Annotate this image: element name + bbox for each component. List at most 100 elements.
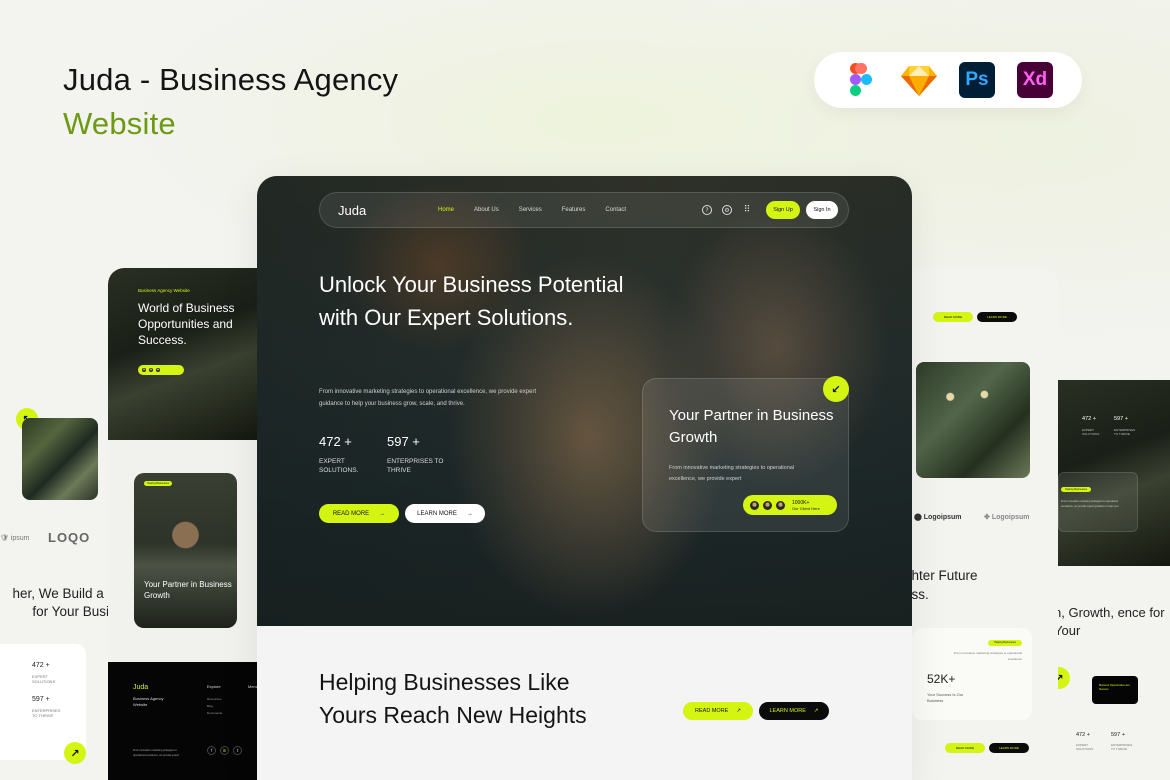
- read-more-button[interactable]: READ MORE: [945, 743, 985, 753]
- twitter-icon[interactable]: t: [233, 746, 242, 755]
- button-label: READ MORE: [332, 510, 370, 517]
- clients-label: Our Client Here: [792, 505, 820, 511]
- sketch-icon: [901, 62, 937, 98]
- clients-text: 1000K+ Our Client Here: [792, 500, 820, 511]
- sign-up-button[interactable]: Sign Up: [766, 201, 800, 219]
- photoshop-icon: Ps: [959, 62, 995, 98]
- footer-explore-links: Resources Blog Documents: [207, 696, 222, 717]
- stat-label: ENTERPRISES TO THRIVE: [1114, 428, 1136, 436]
- stat-label: ENTERPRISES TO THRIVE: [1111, 743, 1133, 751]
- arrow-down-left-icon[interactable]: ↙: [823, 376, 849, 402]
- section-heading: n, Growth, ence for Your: [1058, 605, 1165, 638]
- linkedin-icon[interactable]: in: [220, 746, 229, 755]
- stat-value: 472 +: [1082, 416, 1096, 422]
- card-tag: Helping Businesses: [144, 481, 172, 486]
- hero-photo: [108, 268, 258, 440]
- stat-label: EXPERT SOLUTIONS: [1082, 428, 1100, 436]
- footer-link[interactable]: Documents: [207, 710, 222, 717]
- avatar: [141, 367, 147, 373]
- footer-logo: Juda: [133, 684, 149, 691]
- hero-description: From innovative marketing strategies to …: [319, 389, 537, 407]
- card-tag: Helping Businesses: [1061, 487, 1091, 492]
- page-title: Juda - Business Agency Website: [63, 58, 398, 146]
- stat-value: 597 +: [1114, 416, 1128, 422]
- avatar: [155, 367, 161, 373]
- partner-card-description: From innovative marketing strategies to …: [669, 465, 795, 482]
- footer: Juda Business Agency Website Explore Res…: [108, 662, 258, 780]
- read-more-button[interactable]: READ MORE ↗: [683, 702, 753, 720]
- footer-subtitle: Business Agency Website: [133, 696, 164, 707]
- client-avatar: [775, 499, 786, 511]
- stat-label: EXPERT SOLUTIONS: [1076, 743, 1094, 751]
- cafe-photo: [916, 362, 1030, 478]
- nav-link-services[interactable]: Services: [519, 207, 542, 213]
- stat-label: Your Success Is Our Business: [927, 692, 964, 703]
- logo-loqo: LOQO: [48, 530, 91, 545]
- section-heading: her, We Build a Bri for Your Busine: [12, 586, 112, 619]
- partner-card-title: Your Partner in Business Growth: [669, 407, 834, 446]
- nav-link-contact[interactable]: Contact: [605, 207, 626, 213]
- stat-card-52k: Helping Businesses From innovative marke…: [912, 628, 1032, 720]
- button-label: LEARN MORE: [769, 708, 806, 714]
- hero-title: World of Business Opportunities and Succ…: [138, 301, 235, 347]
- facebook-icon[interactable]: f: [207, 746, 216, 755]
- arrow-up-right-icon[interactable]: ↗: [64, 742, 86, 764]
- avatar: [148, 367, 154, 373]
- footer-link[interactable]: Blog: [207, 703, 222, 710]
- nav-link-features[interactable]: Features: [562, 207, 586, 213]
- learn-more-button[interactable]: LEARN MORE →: [405, 504, 485, 523]
- learn-more-button[interactable]: LEARN MORE: [977, 312, 1017, 322]
- stat-value: 472 +: [1076, 732, 1090, 738]
- arrow-up-right-icon: ↗: [813, 708, 819, 714]
- help-icon[interactable]: ?: [702, 205, 712, 215]
- dark-card-text: Business Opportunities and Success: [1099, 684, 1130, 691]
- arrow-right-icon: →: [379, 510, 386, 517]
- arrow-right-icon: →: [466, 510, 473, 517]
- clients-pill: 1000K+ Our Client Here: [743, 495, 837, 515]
- tool-badges: Ps Xd: [814, 52, 1082, 108]
- nav-link-about[interactable]: About Us: [474, 207, 499, 213]
- stat-value: 597 +: [1111, 732, 1125, 738]
- learn-more-button[interactable]: LEARN MORE: [989, 743, 1029, 753]
- stat-label: EXPERT SOLUTIONS: [32, 674, 56, 684]
- stat-value: 52K+: [927, 672, 956, 686]
- footer-link[interactable]: Resources: [207, 696, 222, 703]
- left-preview-panel: Business Agency Website World of Busines…: [108, 268, 258, 780]
- main-website-preview: Juda Home About Us Services Features Con…: [257, 176, 912, 780]
- settings-icon[interactable]: ⚙: [722, 205, 732, 215]
- footer-socials: f in t: [207, 746, 242, 755]
- stat-value: 472 +: [319, 434, 352, 449]
- logo-logoipsum-2: ✤ Logoipsum: [984, 514, 1030, 521]
- read-more-button[interactable]: READ MORE: [933, 312, 973, 322]
- button-label: LEARN MORE: [417, 510, 457, 517]
- read-more-button[interactable]: READ MORE →: [319, 504, 399, 523]
- card-tag: Helping Businesses: [988, 640, 1022, 646]
- client-avatar: [762, 499, 773, 511]
- arrow-up-right-icon[interactable]: ↗: [1058, 667, 1070, 689]
- card-desc: From innovative marketing strategies to …: [1061, 500, 1119, 508]
- clients-pill: [138, 365, 184, 375]
- stat-value: 597 +: [32, 696, 50, 703]
- learn-more-button[interactable]: LEARN MORE ↗: [759, 702, 829, 720]
- hero-tag: Business Agency Website: [138, 288, 190, 293]
- apps-grid-icon[interactable]: ⠿: [742, 205, 752, 215]
- footer-explore-heading: Explore: [207, 684, 221, 689]
- nav-logo[interactable]: Juda: [338, 203, 438, 218]
- button-label: READ MORE: [695, 708, 729, 714]
- stat-label: EXPERT SOLUTIONS.: [319, 458, 359, 474]
- dark-card: Business Opportunities and Success: [1092, 676, 1138, 704]
- title-line-1: Juda - Business Agency: [63, 62, 399, 97]
- office-photo: [22, 418, 98, 500]
- logo-logoipsum-1: ⬤ Logoipsum: [914, 514, 962, 521]
- nav-link-home[interactable]: Home: [438, 207, 454, 213]
- hero-title: Unlock Your Business Potential with Our …: [319, 272, 624, 330]
- far-right-preview-panel: 472 + EXPERT SOLUTIONS 597 + ENTERPRISES…: [1058, 380, 1170, 780]
- glass-card: Helping Businesses From innovative marke…: [1058, 472, 1138, 532]
- xd-icon: Xd: [1017, 62, 1053, 98]
- stat-expert-solutions: 472 + EXPERT SOLUTIONS.: [319, 434, 379, 475]
- nav-icons: ? ⚙ ⠿: [702, 205, 752, 215]
- card-title: Your Partner in Business Growth: [144, 580, 232, 600]
- arrow-up-right-icon: ↗: [736, 708, 741, 714]
- helping-section: Helping Businesses Like Yours Reach New …: [257, 626, 912, 780]
- sign-in-button[interactable]: Sign In: [806, 201, 838, 219]
